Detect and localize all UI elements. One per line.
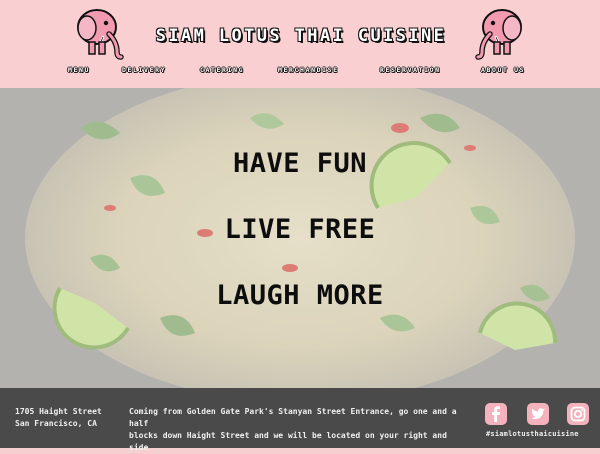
nav-delivery[interactable]: DELIVERY [122, 66, 166, 74]
instagram-icon [570, 406, 586, 422]
instagram-button[interactable] [567, 403, 589, 425]
nav-about-us[interactable]: ABOUT US [481, 66, 525, 74]
twitter-button[interactable] [527, 403, 549, 425]
site-footer: 1705 Haight Street San Francisco, CA Com… [0, 388, 600, 452]
elephant-icon[interactable] [474, 6, 526, 60]
main-nav: MENU DELIVERY CATERING MERCHANDISE RESER… [0, 66, 600, 80]
facebook-icon [492, 406, 500, 422]
address-city: San Francisco, CA [15, 419, 97, 428]
site-title[interactable]: SIAM LOTUS THAI CUISINE [128, 26, 474, 46]
brand-row: SIAM LOTUS THAI CUISINE [0, 6, 600, 62]
hashtag-link[interactable]: #siamlotusthaicuisine [486, 430, 579, 438]
elephant-icon[interactable] [73, 6, 125, 60]
directions-text: Coming from Golden Gate Park's Stanyan S… [129, 406, 459, 454]
nav-merchandise[interactable]: MERCHANDISE [278, 66, 339, 74]
address-street: 1705 Haight Street [15, 407, 102, 416]
site-header: SIAM LOTUS THAI CUISINE MENU DELIVERY CA… [0, 0, 600, 88]
nav-catering[interactable]: CATERING [200, 66, 244, 74]
directions-line: Coming from Golden Gate Park's Stanyan S… [129, 407, 457, 428]
address: 1705 Haight Street San Francisco, CA [15, 406, 102, 430]
slogan-have-fun: HAVE FUN [232, 148, 368, 179]
slogan-live-free: LIVE FREE [224, 214, 376, 245]
nav-reservation[interactable]: RESERVATION [380, 66, 441, 74]
twitter-icon [531, 408, 545, 420]
nav-menu[interactable]: MENU [68, 66, 90, 74]
slogan-laugh-more: LAUGH MORE [216, 280, 384, 311]
hero-section: HAVE FUN LIVE FREE LAUGH MORE [0, 88, 600, 388]
facebook-button[interactable] [485, 403, 507, 425]
directions-line: blocks down Haight Street and we will be… [129, 431, 447, 452]
